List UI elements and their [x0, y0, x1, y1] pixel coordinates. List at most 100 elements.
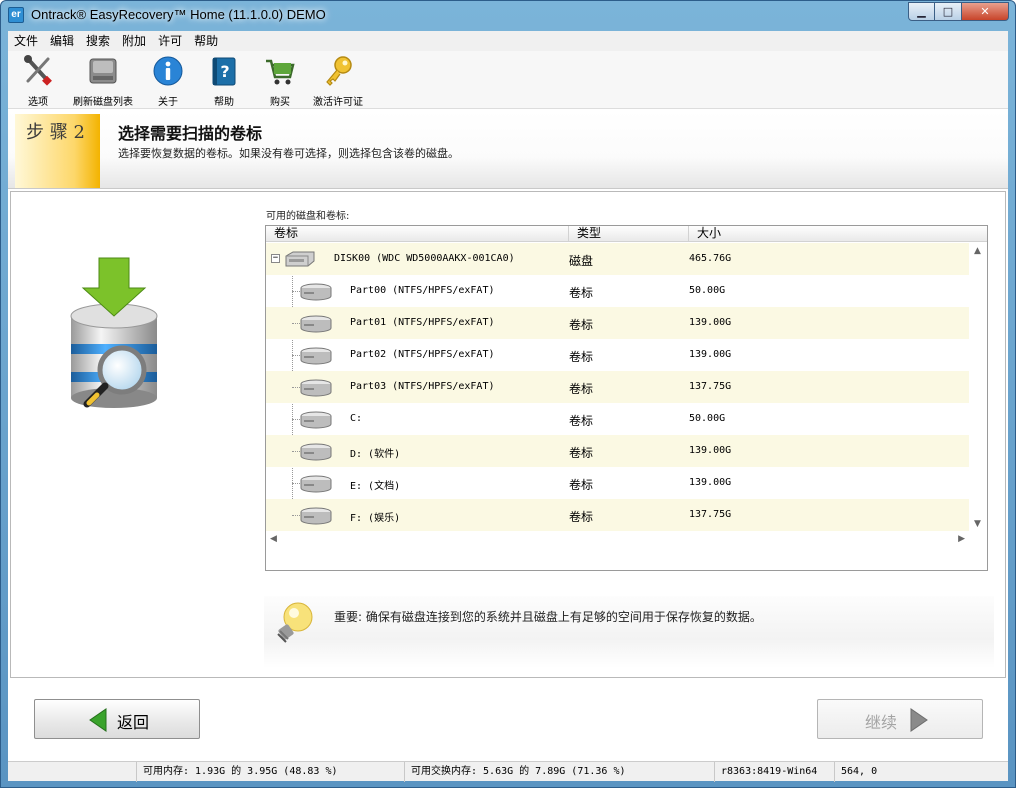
disk-row[interactable]: − DISK00 (WDC WD5000AAKX-001CA0) 磁盘 465.76G: [266, 243, 969, 275]
volume-icon: [300, 315, 332, 333]
status-memory: 可用内存: 1.93G 的 3.95G (48.83 %): [136, 762, 404, 782]
volume-size: 139.00G: [689, 317, 732, 328]
volume-type: 卷标: [569, 286, 594, 300]
column-header-size[interactable]: 大小: [689, 226, 987, 242]
volume-row[interactable]: F: (娱乐) 卷标 137.75G: [266, 499, 969, 531]
menu-search[interactable]: 搜索: [80, 31, 116, 51]
column-header-volume[interactable]: 卷标: [266, 226, 569, 242]
volume-name: Part02 (NTFS/HPFS/exFAT): [350, 349, 495, 360]
toolbar-activate-label: 激活许可证: [313, 97, 363, 108]
close-button[interactable]: ✕: [962, 2, 1009, 21]
volume-type: 卷标: [569, 414, 594, 428]
back-button-label: 返回: [117, 713, 150, 732]
toolbar-refresh-label: 刷新磁盘列表: [73, 97, 133, 108]
step-title: 选择需要扫描的卷标: [118, 124, 263, 143]
toolbar-help-label: 帮助: [214, 97, 234, 108]
app-icon: er: [8, 7, 24, 23]
volume-size: 137.75G: [689, 509, 732, 520]
toolbar-help-button[interactable]: ? 帮助: [204, 55, 244, 108]
toolbar-activate-button[interactable]: 激活许可证: [306, 55, 370, 108]
volume-name: Part01 (NTFS/HPFS/exFAT): [350, 317, 495, 328]
scroll-up-arrow-icon[interactable]: ▲: [974, 246, 981, 256]
scroll-right-arrow-icon[interactable]: ▶: [958, 534, 965, 544]
horizontal-scrollbar[interactable]: ◀ ▶: [266, 531, 987, 548]
volume-row[interactable]: Part01 (NTFS/HPFS/exFAT) 卷标 139.00G: [266, 307, 969, 339]
toolbar-about-button[interactable]: 关于: [148, 55, 188, 108]
collapse-toggle-icon[interactable]: −: [271, 254, 280, 263]
main-panel: 可用的磁盘和卷标: 卷标 类型 大小 − DISK00 (WDC WD5000AA…: [10, 191, 1006, 678]
svg-text:?: ?: [220, 62, 229, 81]
status-build: r8363:8419-Win64: [714, 762, 834, 782]
volume-row[interactable]: D: (软件) 卷标 139.00G: [266, 435, 969, 467]
status-coordinates: 564, 0: [834, 762, 974, 782]
menu-license[interactable]: 许可: [152, 31, 188, 51]
shopping-cart-icon: [266, 59, 295, 85]
volume-size: 139.00G: [689, 445, 732, 456]
menu-file[interactable]: 文件: [8, 31, 44, 51]
minimize-button[interactable]: ▁: [908, 2, 935, 21]
volume-name: Part03 (NTFS/HPFS/exFAT): [350, 381, 495, 392]
volume-icon: [300, 411, 332, 429]
database-search-icon: [70, 257, 158, 408]
volume-name: D: (软件): [350, 449, 401, 460]
volume-size: 50.00G: [689, 413, 726, 424]
toolbar-options-button[interactable]: 选项: [16, 55, 60, 108]
toolbar-buy-button[interactable]: 购买: [260, 55, 300, 108]
volume-type: 卷标: [569, 510, 594, 524]
volume-icon: [300, 283, 332, 301]
title-bar[interactable]: er Ontrack® EasyRecovery™ Home (11.1.0.0…: [1, 1, 1015, 31]
volume-type: 卷标: [569, 318, 594, 332]
menu-edit[interactable]: 编辑: [44, 31, 80, 51]
volume-icon: [300, 347, 332, 365]
volume-row[interactable]: Part02 (NTFS/HPFS/exFAT) 卷标 139.00G: [266, 339, 969, 371]
volume-type: 卷标: [569, 350, 594, 364]
vertical-scrollbar[interactable]: ▲ ▼: [970, 243, 987, 531]
next-button-label: 继续: [865, 713, 898, 732]
volume-size: 465.76G: [689, 253, 732, 264]
volume-size: 139.00G: [689, 477, 732, 488]
back-arrow-icon: [89, 708, 107, 732]
volume-name: Part00 (NTFS/HPFS/exFAT): [350, 285, 495, 296]
maximize-button[interactable]: □: [935, 2, 962, 21]
back-button[interactable]: 返回: [34, 699, 200, 739]
app-window: er Ontrack® EasyRecovery™ Home (11.1.0.0…: [0, 0, 1016, 788]
volume-name: E: (文档): [350, 481, 401, 492]
lightbulb-icon: [277, 602, 313, 643]
next-button[interactable]: 继续: [817, 699, 983, 739]
window-title: Ontrack® EasyRecovery™ Home (11.1.0.0) D…: [31, 7, 326, 22]
tools-icon: [24, 55, 52, 86]
menu-help[interactable]: 帮助: [188, 31, 224, 51]
notice-panel: 重要: 确保有磁盘连接到您的系统并且磁盘上有足够的空间用于保存恢复的数据。: [264, 596, 994, 668]
volume-icon: [300, 507, 332, 525]
volume-type: 磁盘: [569, 254, 594, 268]
menu-extras[interactable]: 附加: [116, 31, 152, 51]
scroll-left-arrow-icon[interactable]: ◀: [270, 534, 277, 544]
step-header: 步 骤 2 选择需要扫描的卷标 选择要恢复数据的卷标。如果没有卷可选择，则选择包…: [8, 111, 1008, 189]
volume-row[interactable]: Part00 (NTFS/HPFS/exFAT) 卷标 50.00G: [266, 275, 969, 307]
step-indicator: 步 骤 2: [15, 114, 100, 188]
toolbar-about-label: 关于: [158, 97, 178, 108]
navigation-bar: 返回 继续: [8, 679, 1008, 759]
volume-name: DISK00 (WDC WD5000AAKX-001CA0): [334, 253, 515, 264]
notice-text: 重要: 确保有磁盘连接到您的系统并且磁盘上有足够的空间用于保存恢复的数据。: [334, 610, 762, 624]
volume-row[interactable]: Part03 (NTFS/HPFS/exFAT) 卷标 137.75G: [266, 371, 969, 403]
step-description: 选择要恢复数据的卷标。如果没有卷可选择，则选择包含该卷的磁盘。: [118, 147, 459, 160]
menu-bar: 文件 编辑 搜索 附加 许可 帮助: [8, 31, 1008, 51]
volume-row[interactable]: C: 卷标 50.00G: [266, 403, 969, 435]
volume-name: C:: [350, 413, 363, 424]
volumes-caption: 可用的磁盘和卷标:: [266, 211, 350, 222]
column-header-type[interactable]: 类型: [569, 226, 689, 242]
volume-row[interactable]: E: (文档) 卷标 139.00G: [266, 467, 969, 499]
status-bar: 可用内存: 1.93G 的 3.95G (48.83 %) 可用交换内存: 5.…: [8, 761, 1008, 782]
info-icon: [153, 56, 183, 86]
step-label: 步 骤 2: [26, 122, 85, 143]
volume-list-rows: − DISK00 (WDC WD5000AAKX-001CA0) 磁盘 465.76G…: [266, 243, 969, 531]
help-book-icon: ?: [212, 57, 236, 86]
volume-type: 卷标: [569, 446, 594, 460]
toolbar-options-label: 选项: [28, 97, 48, 108]
volume-icon: [300, 379, 332, 397]
toolbar-refresh-button[interactable]: 刷新磁盘列表: [66, 55, 140, 108]
volume-list[interactable]: 卷标 类型 大小 − DISK00 (WDC WD5000AAKX-001CA0)…: [265, 225, 988, 571]
scroll-down-arrow-icon[interactable]: ▼: [974, 519, 981, 529]
toolbar: 选项 刷新磁盘列表 关于 ? 帮助 购买 激活许可证: [8, 51, 1008, 109]
